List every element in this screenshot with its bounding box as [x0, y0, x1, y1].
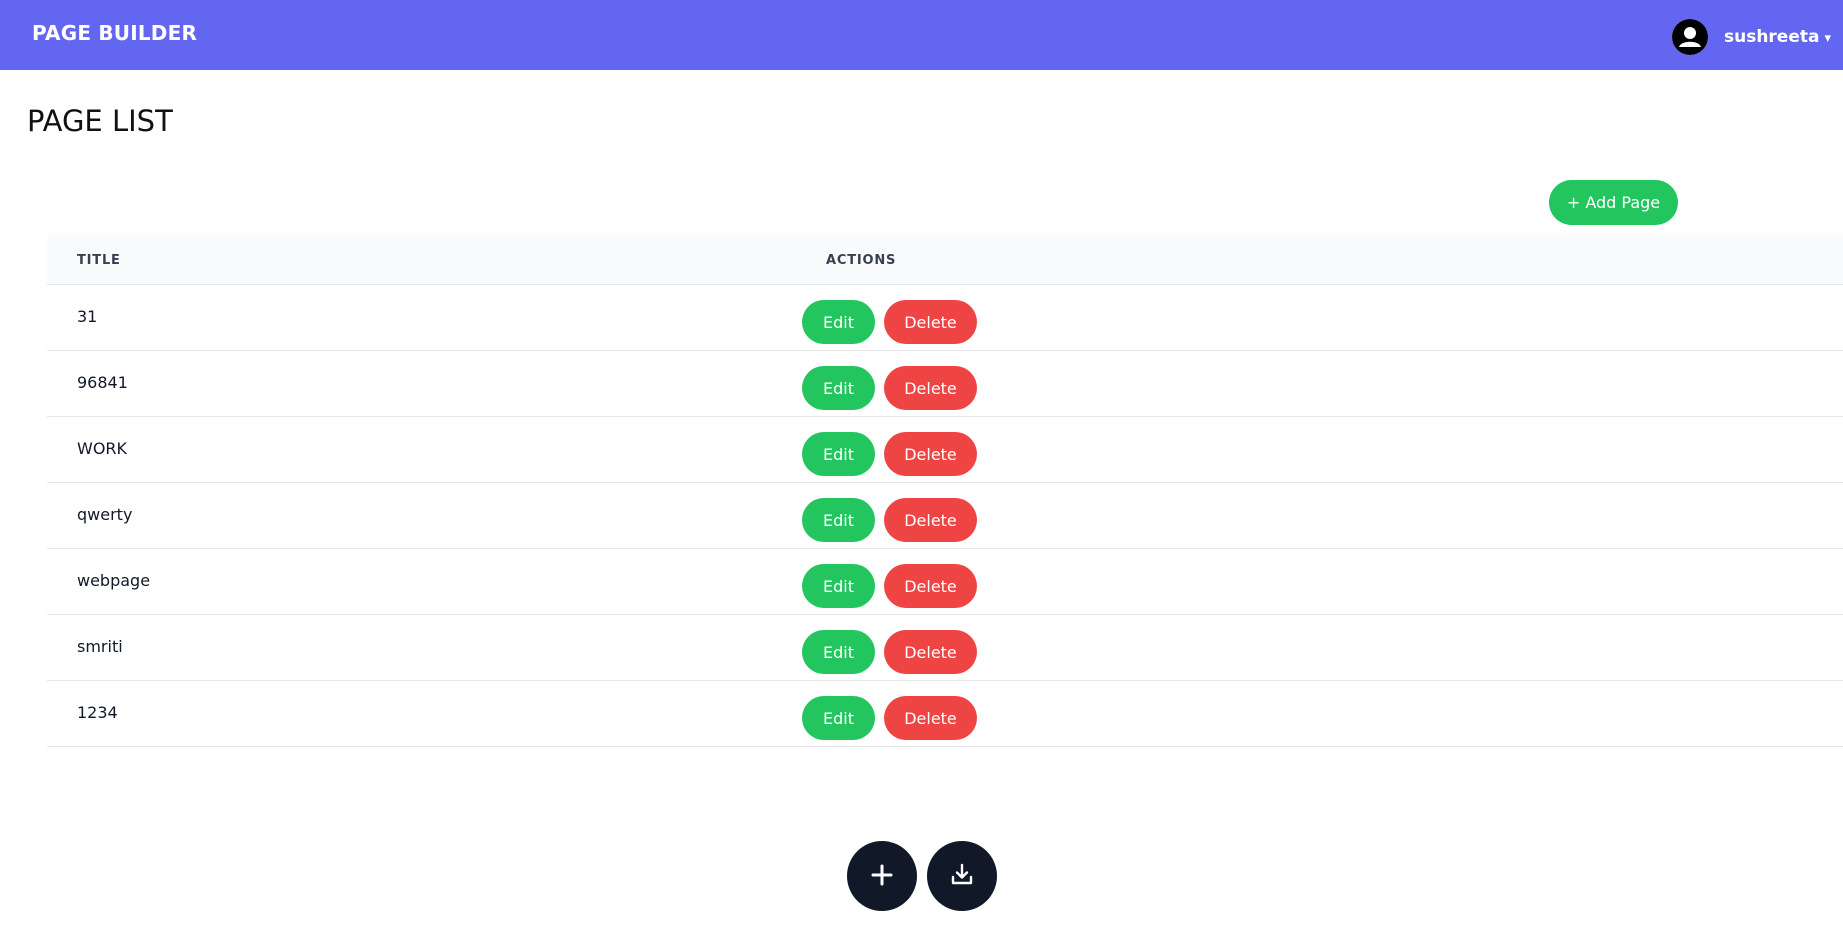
delete-button[interactable]: Delete	[884, 498, 977, 542]
row-title: webpage	[77, 571, 151, 590]
delete-button[interactable]: Delete	[884, 630, 977, 674]
row-title: smriti	[77, 637, 123, 656]
column-header-actions: ACTIONS	[826, 253, 897, 268]
plus-icon	[869, 862, 895, 891]
edit-button[interactable]: Edit	[802, 498, 875, 542]
table-row: WORK Edit Delete	[47, 417, 1843, 483]
edit-button[interactable]: Edit	[802, 300, 875, 344]
delete-button[interactable]: Delete	[884, 300, 977, 344]
delete-button[interactable]: Delete	[884, 366, 977, 410]
edit-button[interactable]: Edit	[802, 630, 875, 674]
delete-button[interactable]: Delete	[884, 564, 977, 608]
table-header: TITLE ACTIONS	[47, 235, 1843, 285]
username-label: sushreeta	[1723, 27, 1820, 47]
row-title: 96841	[77, 373, 128, 392]
page-title: PAGE LIST	[27, 104, 173, 138]
top-navbar: PAGE BUILDER sushreeta ▾	[0, 0, 1843, 70]
user-avatar-icon	[1671, 19, 1708, 55]
add-fab-button[interactable]	[847, 841, 917, 911]
delete-button[interactable]: Delete	[884, 432, 977, 476]
table-row: 1234 Edit Delete	[47, 681, 1843, 747]
table-row: qwerty Edit Delete	[47, 483, 1843, 549]
row-title: qwerty	[77, 505, 133, 524]
table-row: 96841 Edit Delete	[47, 351, 1843, 417]
add-page-button[interactable]: + Add Page	[1549, 180, 1678, 225]
brand-title[interactable]: PAGE BUILDER	[32, 21, 197, 45]
table-row: 31 Edit Delete	[47, 285, 1843, 351]
delete-button[interactable]: Delete	[884, 696, 977, 740]
chevron-down-icon: ▾	[1824, 30, 1831, 46]
edit-button[interactable]: Edit	[802, 366, 875, 410]
page-table: TITLE ACTIONS 31 Edit Delete 96841 Edit …	[47, 235, 1843, 747]
download-icon	[948, 861, 976, 892]
download-fab-button[interactable]	[927, 841, 997, 911]
edit-button[interactable]: Edit	[802, 696, 875, 740]
edit-button[interactable]: Edit	[802, 432, 875, 476]
edit-button[interactable]: Edit	[802, 564, 875, 608]
row-title: 31	[77, 307, 98, 326]
table-row: webpage Edit Delete	[47, 549, 1843, 615]
table-row: smriti Edit Delete	[47, 615, 1843, 681]
row-title: WORK	[77, 439, 128, 458]
user-menu[interactable]: sushreeta ▾	[1671, 19, 1831, 55]
column-header-title: TITLE	[77, 253, 121, 268]
row-title: 1234	[77, 703, 118, 722]
